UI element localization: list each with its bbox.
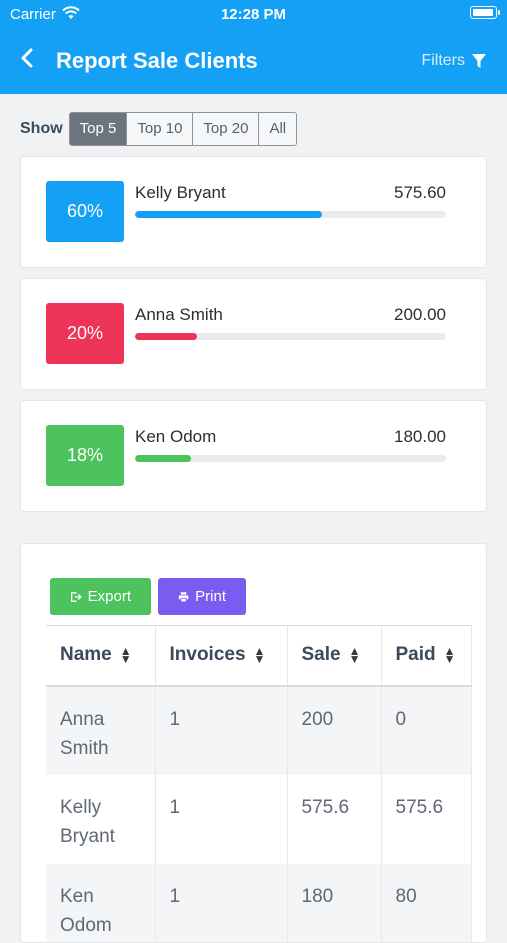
column-header-paid[interactable]: Paid ▲▼ bbox=[381, 626, 471, 686]
sort-icon: ▲▼ bbox=[254, 647, 266, 663]
cell-sale: 200 bbox=[287, 686, 381, 775]
column-header-invoices[interactable]: Invoices ▲▼ bbox=[155, 626, 287, 686]
progress-track bbox=[135, 211, 446, 218]
client-amount: 200.00 bbox=[394, 305, 446, 325]
column-header-sale[interactable]: Sale ▲▼ bbox=[287, 626, 381, 686]
client-amount: 575.60 bbox=[394, 183, 446, 203]
filters-label: Filters bbox=[421, 52, 465, 70]
filter-icon bbox=[471, 53, 487, 69]
table-row[interactable]: Anna Smith 1 200 0 bbox=[46, 686, 471, 775]
cell-name: Anna Smith bbox=[46, 686, 155, 775]
cell-paid: 80 bbox=[381, 864, 471, 943]
client-name: Anna Smith bbox=[135, 305, 223, 325]
percent-badge: 18% bbox=[46, 425, 124, 486]
back-button[interactable] bbox=[20, 48, 46, 74]
show-filter: Show Top 5 Top 10 Top 20 All bbox=[20, 112, 297, 146]
segment-top-5[interactable]: Top 5 bbox=[70, 113, 127, 145]
progress-track bbox=[135, 333, 446, 340]
cell-name: Ken Odom bbox=[46, 864, 155, 943]
printer-icon bbox=[178, 590, 189, 604]
client-card: 18% Ken Odom 180.00 bbox=[20, 400, 487, 512]
clock: 12:28 PM bbox=[0, 6, 507, 23]
clients-table: Name ▲▼ Invoices ▲▼ Sale ▲▼ Paid ▲▼ Anna Smi… bbox=[46, 625, 472, 943]
battery-icon bbox=[470, 6, 497, 19]
segment-top-20[interactable]: Top 20 bbox=[192, 113, 258, 145]
show-label: Show bbox=[20, 120, 63, 138]
percent-badge: 60% bbox=[46, 181, 124, 242]
export-button[interactable]: Export bbox=[50, 578, 151, 615]
sort-icon: ▲▼ bbox=[444, 647, 456, 663]
column-label: Sale bbox=[302, 644, 341, 665]
progress-track bbox=[135, 455, 446, 462]
chevron-left-icon bbox=[20, 48, 34, 68]
sort-icon: ▲▼ bbox=[349, 647, 361, 663]
cell-invoices: 1 bbox=[155, 775, 287, 864]
percent-badge: 20% bbox=[46, 303, 124, 364]
column-header-name[interactable]: Name ▲▼ bbox=[46, 626, 155, 686]
export-icon bbox=[70, 590, 82, 604]
export-label: Export bbox=[88, 578, 131, 615]
client-name: Ken Odom bbox=[135, 427, 216, 447]
client-name: Kelly Bryant bbox=[135, 183, 226, 203]
column-label: Invoices bbox=[170, 644, 246, 665]
page-title: Report Sale Clients bbox=[56, 48, 258, 74]
client-card: 20% Anna Smith 200.00 bbox=[20, 278, 487, 390]
table-row[interactable]: Kelly Bryant 1 575.6 575.6 bbox=[46, 775, 471, 864]
cell-paid: 0 bbox=[381, 686, 471, 775]
print-label: Print bbox=[195, 578, 226, 615]
client-card: 60% Kelly Bryant 575.60 bbox=[20, 156, 487, 268]
filters-button[interactable]: Filters bbox=[421, 52, 487, 70]
segment-all[interactable]: All bbox=[258, 113, 296, 145]
clients-table-card: Export Print Name ▲▼ Invoices ▲▼ Sale ▲▼ Pa… bbox=[20, 543, 487, 943]
progress-bar bbox=[135, 333, 197, 340]
cell-paid: 575.6 bbox=[381, 775, 471, 864]
status-bar: Carrier 12:28 PM bbox=[0, 0, 507, 28]
top-segmented-control: Top 5 Top 10 Top 20 All bbox=[69, 112, 297, 146]
progress-bar bbox=[135, 211, 322, 218]
table-header-row: Name ▲▼ Invoices ▲▼ Sale ▲▼ Paid ▲▼ bbox=[46, 626, 471, 686]
segment-top-10[interactable]: Top 10 bbox=[126, 113, 192, 145]
column-label: Paid bbox=[396, 644, 436, 665]
sort-icon: ▲▼ bbox=[120, 647, 132, 663]
cell-invoices: 1 bbox=[155, 864, 287, 943]
progress-bar bbox=[135, 455, 191, 462]
column-label: Name bbox=[60, 644, 112, 665]
cell-invoices: 1 bbox=[155, 686, 287, 775]
cell-sale: 575.6 bbox=[287, 775, 381, 864]
print-button[interactable]: Print bbox=[158, 578, 246, 615]
cell-sale: 180 bbox=[287, 864, 381, 943]
cell-name: Kelly Bryant bbox=[46, 775, 155, 864]
client-amount: 180.00 bbox=[394, 427, 446, 447]
table-row[interactable]: Ken Odom 1 180 80 bbox=[46, 864, 471, 943]
app-header: Carrier 12:28 PM Report Sale Clients Fil… bbox=[0, 0, 507, 94]
